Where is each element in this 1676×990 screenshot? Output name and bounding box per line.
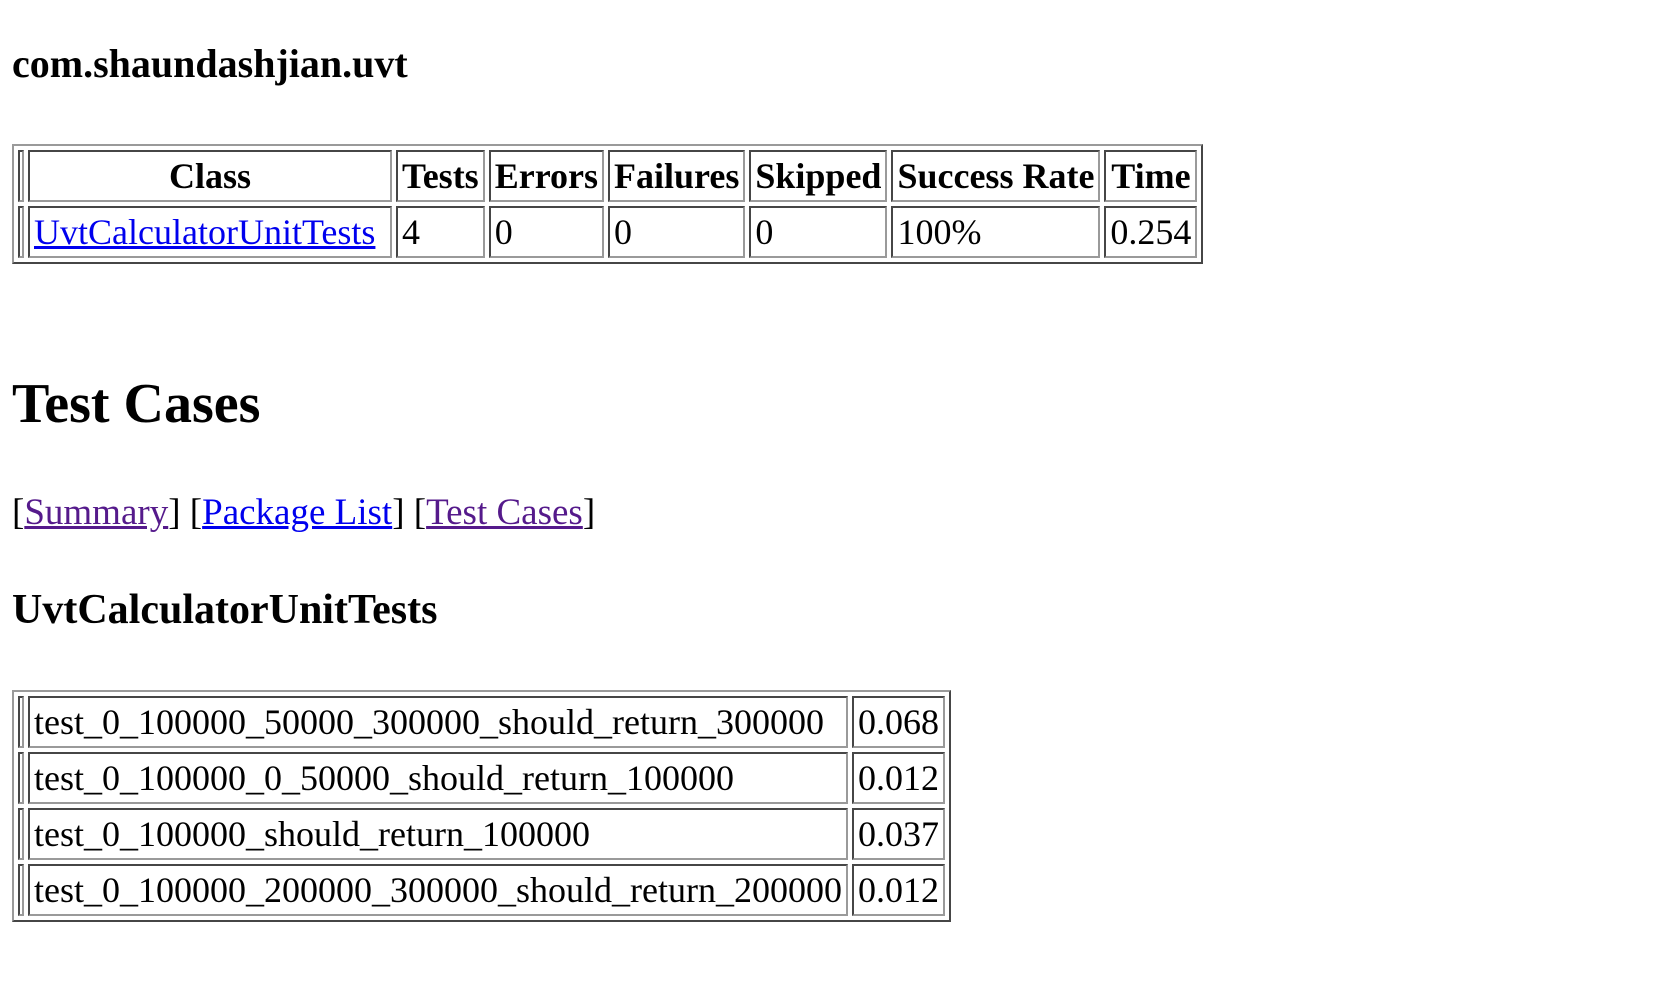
bracket: ] — [582, 492, 596, 533]
row-gutter — [18, 864, 24, 916]
table-row: test_0_100000_50000_300000_should_return… — [18, 696, 945, 748]
row-gutter — [18, 696, 24, 748]
errors-cell: 0 — [488, 206, 605, 258]
row-gutter — [18, 808, 24, 860]
summary-link[interactable]: Summary — [24, 492, 168, 533]
nav-links: [Summary] [Package List] [Test Cases] — [12, 490, 595, 536]
failures-cell: 0 — [608, 206, 746, 258]
test-name-cell: test_0_100000_200000_300000_should_retur… — [28, 864, 848, 916]
class-cell: UvtCalculatorUnitTests — [28, 206, 392, 258]
package-title: com.shaundashjian.uvt — [12, 41, 408, 86]
test-cases-table: test_0_100000_50000_300000_should_return… — [12, 690, 951, 922]
header-skipped: Skipped — [749, 150, 888, 202]
table-row: test_0_100000_200000_300000_should_retur… — [18, 864, 945, 916]
time-cell: 0.254 — [1104, 206, 1198, 258]
header-failures: Failures — [608, 150, 746, 202]
class-link[interactable]: UvtCalculatorUnitTests — [34, 212, 375, 252]
tests-cell: 4 — [396, 206, 485, 258]
summary-table: Class Tests Errors Failures Skipped Succ… — [12, 144, 1204, 264]
skipped-cell: 0 — [749, 206, 888, 258]
class-heading: UvtCalculatorUnitTests — [12, 587, 438, 633]
test-time-cell: 0.012 — [851, 752, 945, 804]
row-gutter — [18, 150, 24, 202]
test-name-cell: test_0_100000_should_return_100000 — [28, 808, 848, 860]
package-list-link[interactable]: Package List — [202, 492, 392, 533]
test-cases-link[interactable]: Test Cases — [426, 492, 583, 533]
header-errors: Errors — [488, 150, 605, 202]
header-class: Class — [28, 150, 392, 202]
table-row: test_0_100000_0_50000_should_return_1000… — [18, 752, 945, 804]
row-gutter — [18, 206, 24, 258]
test-name-cell: test_0_100000_50000_300000_should_return… — [28, 696, 848, 748]
row-gutter — [18, 752, 24, 804]
success-rate-cell: 100% — [891, 206, 1101, 258]
header-success-rate: Success Rate — [891, 150, 1101, 202]
summary-row: UvtCalculatorUnitTests 4 0 0 0 100% 0.25… — [18, 206, 1198, 258]
header-tests: Tests — [396, 150, 485, 202]
header-time: Time — [1104, 150, 1198, 202]
test-time-cell: 0.037 — [851, 808, 945, 860]
test-name-cell: test_0_100000_0_50000_should_return_1000… — [28, 752, 848, 804]
test-cases-heading: Test Cases — [12, 373, 261, 435]
table-row: test_0_100000_should_return_100000 0.037 — [18, 808, 945, 860]
test-time-cell: 0.012 — [851, 864, 945, 916]
summary-header-row: Class Tests Errors Failures Skipped Succ… — [18, 150, 1198, 202]
bracket: [ — [12, 492, 25, 533]
test-time-cell: 0.068 — [851, 696, 945, 748]
bracket: ] [ — [168, 492, 203, 533]
bracket: ] [ — [392, 492, 427, 533]
